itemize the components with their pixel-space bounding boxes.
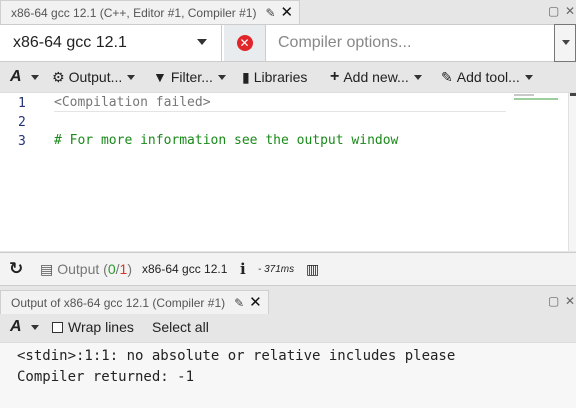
line-number: 1: [18, 96, 26, 111]
pencil-icon[interactable]: ✎: [234, 296, 244, 310]
maximize-icon[interactable]: ▢: [548, 294, 559, 308]
error-icon: ✕: [236, 35, 253, 51]
compile-status[interactable]: ✕: [224, 25, 266, 61]
compiler-row: x86-64 gcc 12.1 ✕: [0, 24, 576, 62]
plus-icon: +: [330, 68, 340, 85]
font-icon: A: [10, 318, 22, 335]
scrollbar-marker: [570, 93, 576, 96]
font-size-button[interactable]: A: [10, 68, 39, 86]
close-pane-icon[interactable]: ✕: [565, 294, 575, 308]
output-content[interactable]: <stdin>:1:1: no absolute or relative inc…: [0, 342, 576, 408]
minimap-line: [514, 94, 534, 96]
output-button[interactable]: ▤ Output ( 0 / 1 ): [40, 253, 132, 285]
output-line: Compiler returned: -1: [17, 369, 195, 385]
output-toolbar: A Wrap lines Select all: [0, 312, 576, 342]
compiler-tab-title: x86-64 gcc 12.1 (C++, Editor #1, Compile…: [11, 5, 257, 20]
add-new-label: Add new...: [343, 69, 409, 85]
chevron-down-icon: [524, 74, 533, 80]
code-line: <Compilation failed>: [54, 95, 211, 110]
pencil-icon[interactable]: ✎: [265, 6, 275, 20]
refresh-icon[interactable]: ↻: [9, 253, 23, 285]
output-close-paren: ): [127, 261, 132, 277]
line-number: 2: [18, 115, 26, 130]
gear-icon: ⚙: [52, 68, 65, 85]
output-font-size-button[interactable]: A: [10, 318, 39, 336]
editor-tab-bar: x86-64 gcc 12.1 (C++, Editor #1, Compile…: [0, 0, 576, 24]
output-tab[interactable]: Output of x86-64 gcc 12.1 (Compiler #1) …: [0, 290, 269, 314]
code-line: # For more information see the output wi…: [54, 133, 399, 148]
wrap-lines-toggle[interactable]: Wrap lines: [52, 319, 134, 335]
filter-icon: ▼: [153, 69, 167, 85]
chevron-down-icon: [413, 74, 422, 80]
options-dropdown-button[interactable]: [554, 24, 576, 62]
minimap[interactable]: [514, 94, 560, 100]
compile-time: - 371ms: [258, 263, 295, 275]
add-tool-button[interactable]: ✎ Add tool...: [441, 69, 533, 86]
filter-menu-label: Filter...: [170, 69, 213, 85]
output-tab-bar: Output of x86-64 gcc 12.1 (Compiler #1) …: [0, 290, 576, 314]
compiler-options-input[interactable]: [267, 25, 554, 61]
compiler-select[interactable]: x86-64 gcc 12.1: [2, 25, 222, 61]
wrap-lines-label: Wrap lines: [68, 319, 134, 335]
compiler-tab[interactable]: x86-64 gcc 12.1 (C++, Editor #1, Compile…: [0, 0, 301, 24]
info-icon[interactable]: i: [240, 253, 246, 285]
line-number: 3: [18, 134, 26, 149]
chevron-down-icon: [562, 40, 570, 45]
assembly-editor[interactable]: 1 2 3 <Compilation failed> # For more in…: [0, 92, 576, 251]
output-menu-button[interactable]: ⚙ Output...: [52, 68, 136, 86]
success-count: 0: [107, 261, 116, 277]
output-button-label: Output (: [57, 261, 108, 277]
book-icon: ▮: [242, 68, 250, 85]
add-tool-label: Add tool...: [456, 69, 520, 85]
minimap-line: [514, 98, 558, 100]
error-count: 1: [119, 261, 128, 277]
editor-scrollbar[interactable]: [568, 93, 576, 251]
select-all-label: Select all: [152, 319, 209, 335]
libraries-label: Libraries: [253, 69, 308, 85]
close-icon[interactable]: ✕: [249, 295, 262, 310]
chevron-down-icon: [217, 74, 226, 80]
add-new-button[interactable]: + Add new...: [330, 68, 422, 86]
chart-icon[interactable]: ▥: [306, 253, 319, 285]
filter-menu-button[interactable]: ▼ Filter...: [153, 69, 226, 85]
checkbox-icon[interactable]: [52, 321, 63, 333]
close-pane-icon[interactable]: ✕: [565, 4, 575, 18]
line-gutter: 1 2 3: [0, 93, 44, 251]
chevron-down-icon: [30, 324, 39, 330]
output-tab-title: Output of x86-64 gcc 12.1 (Compiler #1): [11, 295, 226, 310]
chevron-down-icon: [197, 39, 207, 45]
close-icon[interactable]: ✕: [281, 5, 294, 20]
chevron-down-icon: [30, 74, 39, 80]
output-line: <stdin>:1:1: no absolute or relative inc…: [17, 348, 456, 364]
wrench-icon: ✎: [441, 68, 453, 85]
compiler-toolbar: A ⚙ Output... ▼ Filter... ▮ Libraries + …: [0, 62, 576, 92]
maximize-icon[interactable]: ▢: [548, 4, 559, 18]
select-all-button[interactable]: Select all: [152, 319, 209, 335]
compiler-status-bar: ↻ ▤ Output ( 0 / 1 ) x86-64 gcc 12.1 i -…: [0, 252, 576, 286]
document-icon: ▤: [40, 260, 54, 277]
font-icon: A: [10, 68, 22, 85]
output-menu-label: Output...: [68, 69, 123, 85]
libraries-button[interactable]: ▮ Libraries: [242, 69, 307, 86]
compiler-select-value: x86-64 gcc 12.1: [13, 34, 127, 51]
chevron-down-icon: [127, 74, 136, 80]
compiler-name: x86-64 gcc 12.1: [142, 262, 228, 276]
